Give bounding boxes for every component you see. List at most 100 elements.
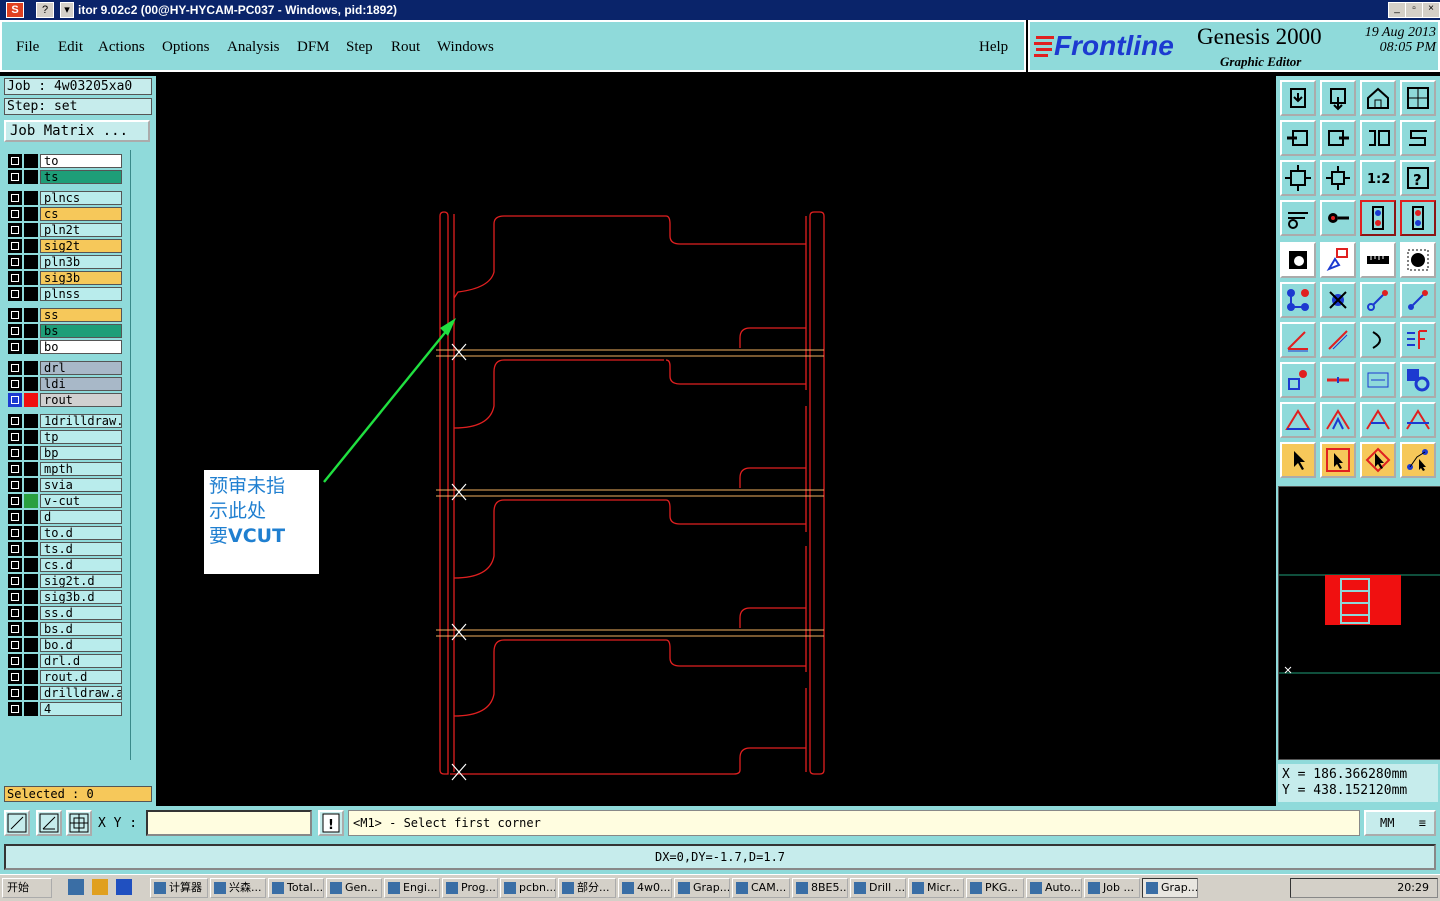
arc-icon[interactable] [1360,322,1396,358]
layer-name[interactable]: svia [40,478,122,492]
restore-button[interactable]: ▫ [1405,2,1423,18]
select-pointer-icon[interactable] [1320,442,1356,478]
layer-name[interactable]: cs.d [40,558,122,572]
task-16[interactable]: Job ... [1084,878,1140,898]
layer-row-d[interactable]: d [8,510,126,524]
layer-checkbox[interactable] [8,414,22,428]
layer-display-swatch[interactable] [24,207,38,221]
close-button[interactable]: × [1422,2,1440,18]
layer-checkbox[interactable] [8,207,22,221]
rotate-icon[interactable] [1360,120,1396,156]
layer-checkbox[interactable] [8,462,22,476]
task-6[interactable]: pcbn... [500,878,556,898]
layer-checkbox[interactable] [8,590,22,604]
layer-checkbox[interactable] [8,377,22,391]
layer-checkbox[interactable] [8,686,22,700]
layer-name[interactable]: ts.d [40,542,122,556]
layer-display-swatch[interactable] [24,255,38,269]
layer-checkbox[interactable] [8,255,22,269]
layer-row-1drilldraw-a[interactable]: 1drilldraw.a [8,414,126,428]
layer-display-swatch[interactable] [24,430,38,444]
task-1[interactable]: 兴森... [210,878,266,898]
minimize-button[interactable]: _ [1388,2,1406,18]
mirror-icon[interactable] [1400,120,1436,156]
task-15[interactable]: Auto... [1026,878,1082,898]
layer-display-swatch[interactable] [24,287,38,301]
layer-checkbox[interactable] [8,478,22,492]
layer-name[interactable]: ts [40,170,122,184]
layer-row-drilldraw-ar[interactable]: drilldraw.ar [8,686,126,700]
layer-checkbox[interactable] [8,154,22,168]
layer-checkbox[interactable] [8,361,22,375]
layer-name[interactable]: ss [40,308,122,322]
layer-name[interactable]: sig2t [40,239,122,253]
layer-name[interactable]: bo.d [40,638,122,652]
layer-row-rout[interactable]: rout [8,393,126,407]
layer-row-plncs[interactable]: plncs [8,191,126,205]
layer-checkbox[interactable] [8,494,22,508]
layer-display-swatch[interactable] [24,622,38,636]
angle-icon[interactable] [1280,322,1316,358]
layer-checkbox[interactable] [8,574,22,588]
layer-checkbox[interactable] [8,542,22,556]
menu-analysis[interactable]: Analysis [227,39,280,56]
layer-name[interactable]: 4 [40,702,122,716]
layer-display-swatch[interactable] [24,324,38,338]
layer-name[interactable]: ss.d [40,606,122,620]
layer-name[interactable]: plnss [40,287,122,301]
start-button[interactable]: 开始 [2,878,52,898]
layer-row-ldi[interactable]: ldi [8,377,126,391]
menu-actions[interactable]: Actions [98,39,145,56]
layer-name[interactable]: bs.d [40,622,122,636]
units-dropdown[interactable]: MM ≡ [1364,810,1436,836]
layer-row-drl-d[interactable]: drl.d [8,654,126,668]
layer-checkbox[interactable] [8,223,22,237]
home-icon[interactable] [1360,80,1396,116]
layer-display-swatch[interactable] [24,223,38,237]
layer-checkbox[interactable] [8,239,22,253]
layer-row-sig2t[interactable]: sig2t [8,239,126,253]
layer-name[interactable]: 1drilldraw.a [40,414,122,428]
layer-name[interactable]: v-cut [40,494,122,508]
zoom-1-to-2-icon[interactable]: 1:2 [1360,160,1396,196]
move-icon[interactable] [1320,242,1356,278]
layer-row-sig3b-d[interactable]: sig3b.d [8,590,126,604]
layer-row-bp[interactable]: bp [8,446,126,460]
task-17[interactable]: Grap... [1142,878,1198,898]
tools-icon[interactable] [1280,200,1316,236]
app-logo-icon[interactable]: S [6,2,24,18]
layer-display-swatch[interactable] [24,393,38,407]
task-14[interactable]: PKG... [966,878,1024,898]
layer-row-mpth[interactable]: mpth [8,462,126,476]
select-area-icon[interactable] [1400,242,1436,278]
pan-right-icon[interactable] [1320,120,1356,156]
menu-dfm[interactable]: DFM [297,39,330,56]
menu-edit[interactable]: Edit [58,39,83,56]
layer-checkbox[interactable] [8,446,22,460]
layer-checkbox[interactable] [8,638,22,652]
menu-options[interactable]: Options [162,39,210,56]
layer-checkbox[interactable] [8,170,22,184]
net-connect-icon[interactable] [1400,200,1436,236]
layer-name[interactable]: tp [40,430,122,444]
layer-row-ts-d[interactable]: ts.d [8,542,126,556]
layer-row-to[interactable]: to [8,154,126,168]
zoom-center-icon[interactable] [1320,160,1356,196]
task-5[interactable]: Prog... [442,878,498,898]
snap-icon[interactable] [1280,362,1316,398]
layer-row-ss-d[interactable]: ss.d [8,606,126,620]
layer-row-plnss[interactable]: plnss [8,287,126,301]
fill-icon[interactable] [1400,402,1436,438]
quicklaunch-icon-3[interactable] [116,879,132,895]
layer-name[interactable]: pln3b [40,255,122,269]
layer-display-swatch[interactable] [24,686,38,700]
layer-name[interactable]: plncs [40,191,122,205]
task-4[interactable]: Engi... [384,878,440,898]
add-arc-icon[interactable] [1400,282,1436,318]
xy-input[interactable] [146,810,312,836]
layer-name[interactable]: rout [40,393,122,407]
snap-angle-icon[interactable] [36,810,62,836]
layer-display-swatch[interactable] [24,702,38,716]
layer-name[interactable]: bs [40,324,122,338]
layer-name[interactable]: pln2t [40,223,122,237]
